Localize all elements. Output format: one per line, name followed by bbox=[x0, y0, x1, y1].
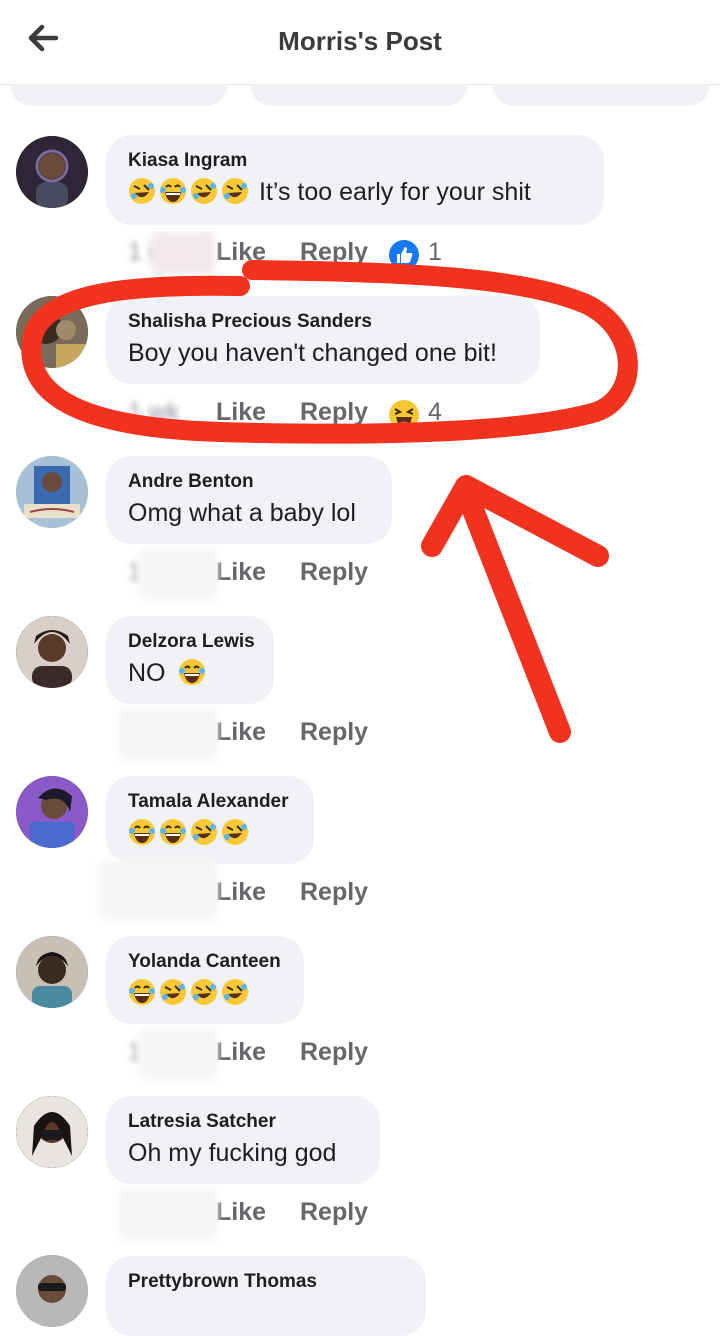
thumbs-up-icon[interactable] bbox=[388, 239, 420, 271]
comment-text: Omg what a baby lol bbox=[128, 499, 356, 527]
avatar[interactable] bbox=[16, 616, 88, 688]
rolling-laughing-emoji-icon bbox=[222, 178, 248, 204]
blurred-area bbox=[118, 1188, 218, 1240]
post-header: Morris's Post bbox=[0, 0, 720, 85]
reaction-count: 4 bbox=[428, 398, 442, 426]
avatar[interactable] bbox=[16, 936, 88, 1008]
rolling-laughing-emoji-icon bbox=[191, 819, 217, 845]
comment-bubble[interactable]: Yolanda Canteen bbox=[106, 936, 304, 1024]
comment-author[interactable]: Prettybrown Thomas bbox=[128, 1270, 404, 1294]
comment-author[interactable]: Delzora Lewis bbox=[128, 630, 255, 654]
comment-text: It’s too early for your shit bbox=[128, 175, 582, 209]
blurred-area bbox=[138, 1028, 218, 1080]
comment-author[interactable]: Shalisha Precious Sanders bbox=[128, 310, 518, 334]
rolling-laughing-emoji-icon bbox=[129, 178, 155, 204]
rolling-laughing-emoji-icon bbox=[222, 819, 248, 845]
joy-emoji-icon bbox=[160, 819, 186, 845]
avatar[interactable] bbox=[16, 776, 88, 848]
comment-bubble[interactable]: Prettybrown Thomas bbox=[106, 1256, 426, 1336]
comment-bubble[interactable]: Shalisha Precious Sanders Boy you haven'… bbox=[106, 296, 540, 384]
reply-button[interactable]: Reply bbox=[300, 718, 368, 747]
blurred-area bbox=[138, 548, 218, 600]
like-button[interactable]: Like bbox=[216, 1198, 266, 1227]
comment-bubble[interactable]: Andre Benton Omg what a baby lol bbox=[106, 456, 392, 544]
comment-text bbox=[128, 976, 282, 1010]
comment-text: NO bbox=[128, 656, 252, 690]
avatar[interactable] bbox=[16, 456, 88, 528]
laughing-squint-icon[interactable] bbox=[388, 399, 420, 431]
comment-text: Oh my fucking god bbox=[128, 1139, 337, 1167]
rolling-laughing-emoji-icon bbox=[222, 979, 248, 1005]
avatar[interactable] bbox=[16, 296, 88, 368]
blurred-area bbox=[150, 232, 216, 274]
like-button[interactable]: Like bbox=[216, 558, 266, 587]
comment-bubble[interactable]: Kiasa Ingram It’s too early for your shi… bbox=[106, 135, 604, 225]
avatar[interactable] bbox=[16, 136, 88, 208]
comment-author[interactable]: Latresia Satcher bbox=[128, 1110, 358, 1134]
comment-bubble[interactable]: Delzora Lewis NO bbox=[106, 616, 274, 704]
comment-bubble[interactable]: Latresia Satcher Oh my fucking god bbox=[106, 1096, 380, 1184]
comment-actions: 1 wk Like Reply 4 bbox=[128, 398, 468, 434]
joy-emoji-icon bbox=[179, 659, 206, 685]
comment-text-value: It’s too early for your shit bbox=[258, 178, 531, 206]
reply-button[interactable]: Reply bbox=[300, 398, 368, 427]
like-button[interactable]: Like bbox=[216, 398, 266, 427]
avatar[interactable] bbox=[16, 1255, 88, 1327]
like-button[interactable]: Like bbox=[216, 878, 266, 907]
rolling-laughing-emoji-icon bbox=[191, 979, 217, 1005]
page-title: Morris's Post bbox=[278, 26, 442, 56]
avatar[interactable] bbox=[16, 1096, 88, 1168]
reply-button[interactable]: Reply bbox=[300, 558, 368, 587]
rolling-laughing-emoji-icon bbox=[160, 979, 186, 1005]
comment-bubble[interactable]: Tamala Alexander bbox=[106, 776, 314, 864]
reaction-tab-pill[interactable] bbox=[250, 84, 468, 106]
rolling-laughing-emoji-icon bbox=[191, 178, 217, 204]
comment-timestamp: 1 wk bbox=[128, 398, 180, 426]
comment-author[interactable]: Andre Benton bbox=[128, 470, 370, 494]
joy-emoji-icon bbox=[129, 979, 155, 1005]
like-button[interactable]: Like bbox=[216, 238, 266, 267]
comment-author[interactable]: Kiasa Ingram bbox=[128, 149, 582, 173]
joy-emoji-icon bbox=[129, 819, 155, 845]
blurred-area bbox=[98, 860, 218, 920]
like-button[interactable]: Like bbox=[216, 718, 266, 747]
joy-emoji-icon bbox=[160, 178, 186, 204]
comment-author[interactable]: Tamala Alexander bbox=[128, 790, 292, 814]
reaction-tab-pill[interactable] bbox=[492, 84, 710, 106]
red-arrow-annotation bbox=[421, 475, 609, 743]
reaction-count: 1 bbox=[428, 238, 442, 266]
reply-button[interactable]: Reply bbox=[300, 878, 368, 907]
blurred-area bbox=[118, 708, 218, 760]
comment-text-value: NO bbox=[128, 659, 166, 687]
comment-text bbox=[128, 816, 292, 850]
reaction-tab-pill[interactable] bbox=[10, 84, 228, 106]
reply-button[interactable]: Reply bbox=[300, 1038, 368, 1067]
comment-author[interactable]: Yolanda Canteen bbox=[128, 950, 282, 974]
reply-button[interactable]: Reply bbox=[300, 1198, 368, 1227]
comment-text: Boy you haven't changed one bit! bbox=[128, 339, 497, 367]
reply-button[interactable]: Reply bbox=[300, 238, 368, 267]
like-button[interactable]: Like bbox=[216, 1038, 266, 1067]
